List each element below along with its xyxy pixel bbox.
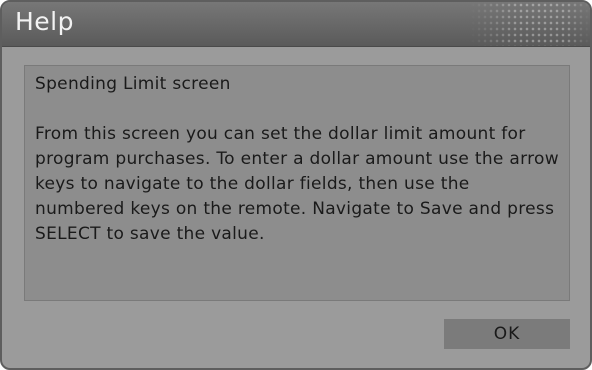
help-heading: Spending Limit screen [35,74,231,94]
help-content-panel: Spending Limit screen From this screen y… [24,65,570,301]
title-bar-dot-pattern [470,2,590,46]
title-bar: Help [2,2,590,47]
dialog-title: Help [15,7,74,36]
help-dialog: Help Spending Limit screen From this scr… [0,0,592,370]
ok-button[interactable]: OK [444,319,570,349]
help-body-text: From this screen you can set the dollar … [35,124,559,244]
